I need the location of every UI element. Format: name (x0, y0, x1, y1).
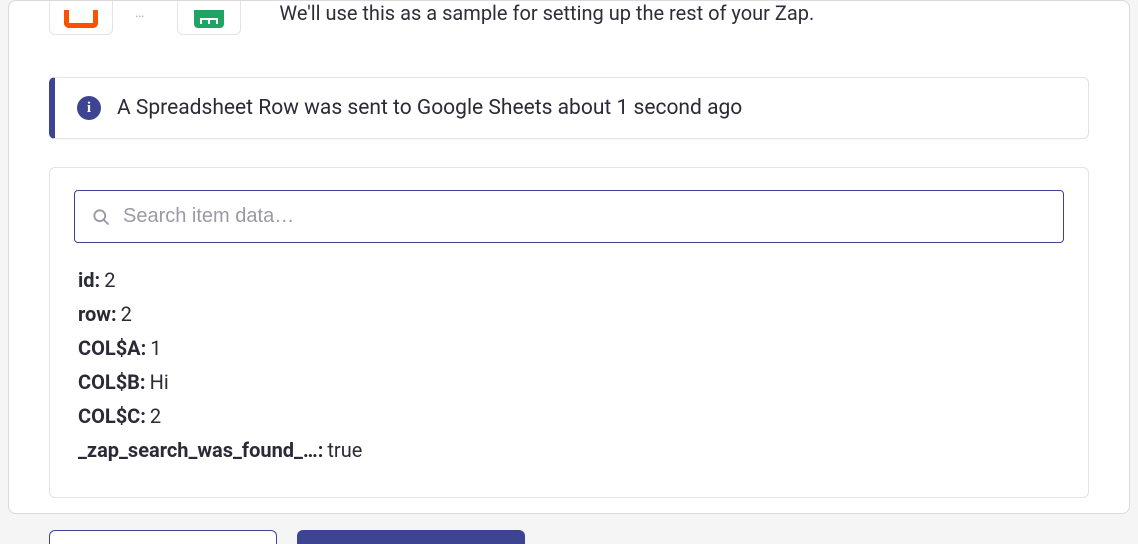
source-app-icon (49, 1, 113, 35)
field-row: row:2 (78, 297, 1064, 331)
primary-button[interactable] (297, 530, 525, 544)
zapier-icon (64, 10, 98, 28)
field-key: COL$B: (78, 370, 146, 394)
field-key: id: (78, 268, 100, 292)
step-panel: … We'll use this as a sample for setting… (8, 0, 1130, 514)
alert-text: A Spreadsheet Row was sent to Google She… (117, 96, 742, 120)
secondary-button[interactable] (49, 530, 277, 544)
info-icon: i (77, 96, 101, 120)
field-value: 2 (104, 268, 115, 292)
connector-dots-icon: … (133, 5, 147, 21)
google-sheets-icon (194, 10, 224, 28)
field-row: COL$B:Hi (78, 365, 1064, 399)
field-key: _zap_search_was_found_…: (78, 438, 323, 462)
field-row: COL$A:1 (78, 331, 1064, 365)
field-value: 2 (121, 302, 132, 326)
info-alert: i A Spreadsheet Row was sent to Google S… (49, 77, 1089, 139)
field-row: COL$C:2 (78, 399, 1064, 433)
sample-hint-text: We'll use this as a sample for setting u… (279, 1, 814, 25)
app-icon-row: … We'll use this as a sample for setting… (49, 1, 1089, 35)
field-value: 2 (150, 404, 161, 428)
search-input[interactable] (123, 205, 1047, 228)
field-key: COL$A: (78, 336, 146, 360)
panel-content: … We'll use this as a sample for setting… (9, 1, 1129, 544)
field-row: id:2 (78, 263, 1064, 297)
search-box[interactable] (74, 190, 1064, 243)
field-key: row: (78, 302, 117, 326)
target-app-icon (177, 1, 241, 35)
sample-data-card: id:2 row:2 COL$A:1 COL$B:Hi COL$C:2 _zap… (49, 167, 1089, 498)
field-list: id:2 row:2 COL$A:1 COL$B:Hi COL$C:2 _zap… (74, 263, 1064, 467)
search-icon (91, 207, 111, 227)
field-value: Hi (150, 370, 169, 394)
field-key: COL$C: (78, 404, 146, 428)
field-value: 1 (150, 336, 161, 360)
button-row (49, 530, 1089, 544)
field-row: _zap_search_was_found_…:true (78, 433, 1064, 467)
field-value: true (327, 438, 362, 462)
